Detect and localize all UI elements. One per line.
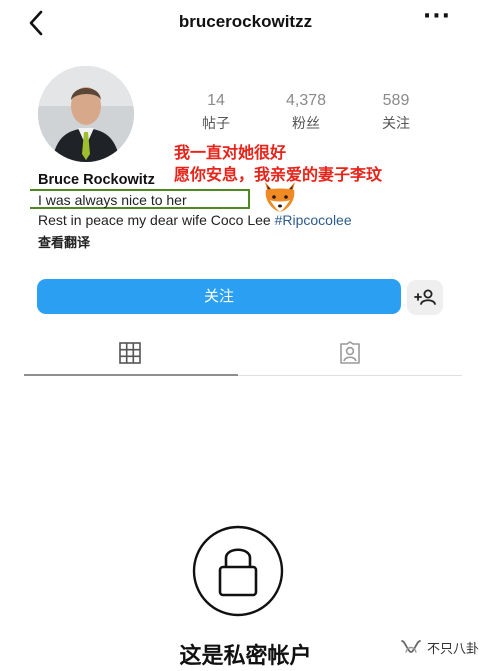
watermark-text: 不只八卦 bbox=[427, 642, 480, 657]
bio-text: Rest in peace my dear wife Coco Lee bbox=[38, 212, 275, 228]
posts-count: 14 bbox=[207, 92, 225, 109]
following-count: 589 bbox=[382, 92, 410, 109]
stat-posts[interactable]: 14 帖子 bbox=[181, 92, 251, 133]
lock-icon bbox=[192, 525, 284, 617]
active-tab-indicator bbox=[24, 374, 238, 376]
bio-hashtag[interactable]: #Ripcocolee bbox=[275, 212, 352, 228]
tab-divider bbox=[238, 375, 462, 376]
fox-emoji-icon bbox=[265, 182, 295, 212]
tagged-person-icon[interactable] bbox=[338, 341, 362, 365]
see-translation-link[interactable]: 查看翻译 bbox=[38, 232, 90, 251]
person-add-icon bbox=[414, 289, 436, 305]
profile-display-name: Bruce Rockowitz bbox=[38, 172, 155, 188]
following-label: 关注 bbox=[382, 116, 410, 132]
grid-icon[interactable] bbox=[119, 342, 141, 364]
avatar-portrait-icon bbox=[38, 66, 134, 162]
suggested-users-button[interactable] bbox=[407, 280, 443, 315]
followers-count: 4,378 bbox=[285, 92, 327, 109]
more-options-icon[interactable]: ··· bbox=[423, 4, 451, 29]
wechat-channel-icon bbox=[401, 640, 421, 653]
posts-label: 帖子 bbox=[202, 116, 230, 132]
stat-followers[interactable]: 4,378 粉丝 bbox=[271, 92, 341, 133]
annotation-line-1: 我一直对她很好 bbox=[174, 143, 287, 162]
follow-button[interactable]: 关注 bbox=[37, 279, 401, 314]
profile-avatar[interactable] bbox=[38, 66, 134, 162]
bio-line-2: Rest in peace my dear wife Coco Lee #Rip… bbox=[38, 212, 352, 228]
header-username: brucerockowitzz bbox=[178, 12, 313, 31]
bio-line-1: I was always nice to her bbox=[38, 192, 187, 208]
stat-following[interactable]: 589 关注 bbox=[361, 92, 431, 133]
followers-label: 粉丝 bbox=[292, 116, 320, 132]
